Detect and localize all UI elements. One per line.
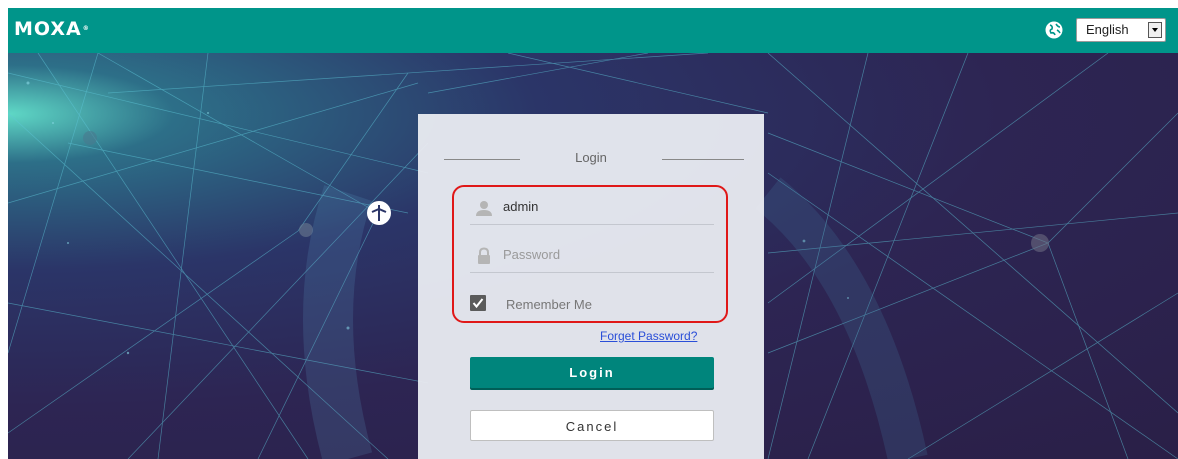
logo-text: MOXA [14, 18, 82, 40]
language-select[interactable]: English [1076, 18, 1166, 42]
title-divider-right [662, 159, 744, 160]
moxa-logo: MOXA® [14, 19, 90, 39]
cancel-button[interactable]: Cancel [470, 410, 714, 441]
login-button[interactable]: Login [470, 357, 714, 388]
language-selected-value: English [1086, 22, 1129, 37]
forget-password-link[interactable]: Forget Password? [600, 329, 697, 343]
credentials-highlight-box [452, 185, 728, 323]
globe-icon [1045, 21, 1063, 39]
login-page: MOXA® English Login admin Password Remem… [0, 0, 1178, 459]
login-title: Login [575, 150, 607, 165]
logo-registered-mark: ® [82, 25, 90, 32]
chevron-down-icon[interactable] [1148, 22, 1162, 38]
top-header-bar: MOXA® English [8, 8, 1178, 53]
plane-node-icon [367, 201, 391, 225]
